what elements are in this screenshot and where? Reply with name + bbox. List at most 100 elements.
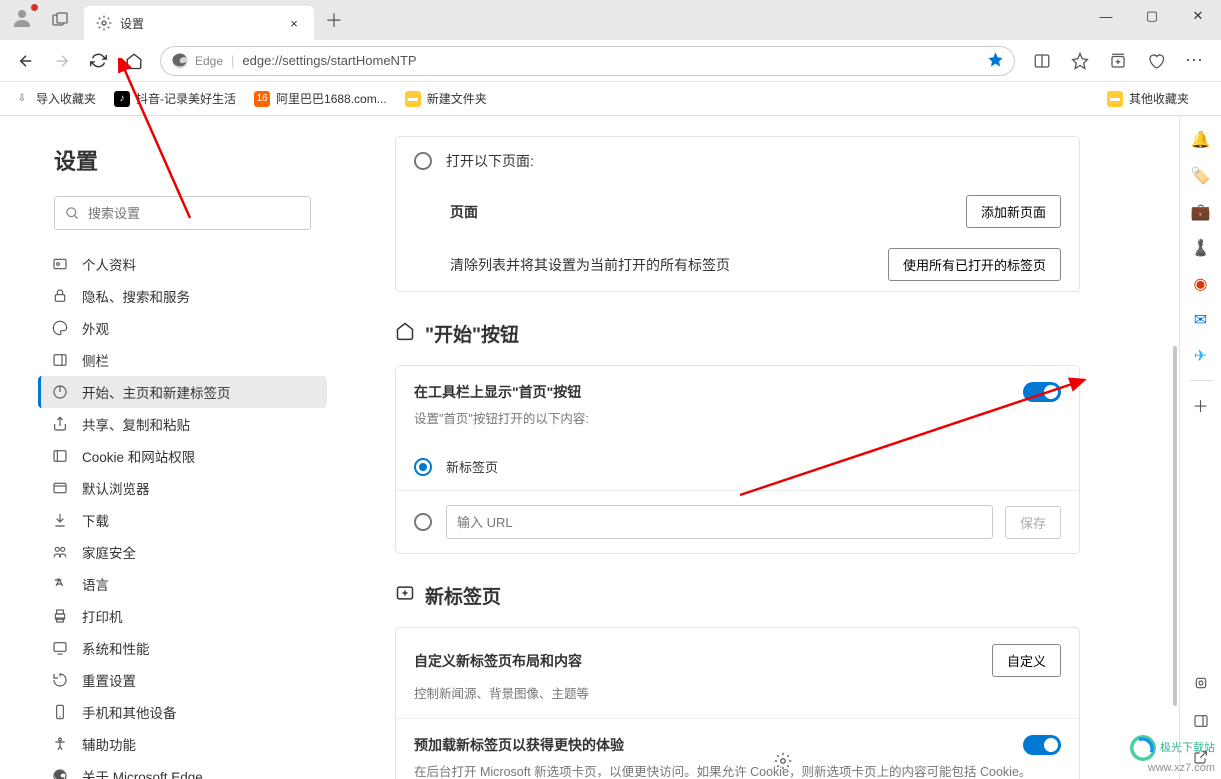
search-input[interactable]: [88, 206, 300, 221]
preload-toggle[interactable]: [1023, 735, 1061, 755]
settings-gear-icon[interactable]: [774, 752, 792, 773]
nav-default-browser[interactable]: 默认浏览器: [38, 472, 327, 504]
collapse-sidebar-icon[interactable]: [1187, 707, 1215, 735]
import-favorites[interactable]: ⇩导入收藏夹: [14, 90, 96, 107]
external-link-icon[interactable]: [1187, 743, 1215, 771]
customize-button[interactable]: 自定义: [992, 644, 1061, 677]
nav-appearance[interactable]: 外观: [38, 312, 327, 344]
edge-logo-icon: [52, 768, 70, 779]
nav-cookies[interactable]: Cookie 和网站权限: [38, 440, 327, 472]
toolbar: Edge | edge://settings/startHomeNTP ⋯: [0, 40, 1221, 82]
new-tab-button[interactable]: ＋: [320, 6, 348, 34]
radio-url[interactable]: [414, 513, 432, 531]
window-controls: — ▢ ✕: [1083, 0, 1221, 32]
other-favorites[interactable]: ▬其他收藏夹: [1107, 90, 1189, 107]
forward-button[interactable]: [44, 45, 80, 77]
workspaces-button[interactable]: [46, 6, 74, 34]
bookmark-alibaba[interactable]: 16阿里巴巴1688.com...: [254, 90, 387, 107]
nav-start-home-newtab[interactable]: 开始、主页和新建标签页: [38, 376, 327, 408]
phone-icon: [52, 704, 70, 720]
add-page-button[interactable]: 添加新页面: [966, 195, 1061, 228]
notification-dot: [31, 4, 38, 11]
address-bar[interactable]: Edge | edge://settings/startHomeNTP: [160, 46, 1015, 76]
bookmark-label: 阿里巴巴1688.com...: [276, 90, 387, 107]
show-home-desc: 设置"首页"按钮打开的以下内容:: [414, 408, 1061, 427]
sidebar-settings-icon[interactable]: [1187, 669, 1215, 697]
share-icon: [52, 416, 70, 432]
scrollbar-thumb[interactable]: [1173, 346, 1177, 706]
refresh-button[interactable]: [80, 45, 116, 77]
start-button-card: 在工具栏上显示"首页"按钮 设置"首页"按钮打开的以下内容: 新标签页 保存: [395, 365, 1080, 554]
tools-icon[interactable]: 💼: [1187, 198, 1215, 226]
nav-phone[interactable]: 手机和其他设备: [38, 696, 327, 728]
nav-reset[interactable]: 重置设置: [38, 664, 327, 696]
url-text: edge://settings/startHomeNTP: [242, 53, 979, 68]
outlook-icon[interactable]: ✉: [1187, 306, 1215, 334]
palette-icon: [52, 320, 70, 336]
family-icon: [52, 544, 70, 560]
radio-newtab-row[interactable]: 新标签页: [396, 443, 1079, 490]
bookmark-label: 导入收藏夹: [36, 90, 96, 107]
preload-row: 预加载新标签页以获得更快的体验 在后台打开 Microsoft 新选项卡页，以便…: [396, 719, 1079, 779]
nav-printers[interactable]: 打印机: [38, 600, 327, 632]
nav-privacy[interactable]: 隐私、搜索和服务: [38, 280, 327, 312]
content-scroll[interactable]: 打开以下页面: 页面 添加新页面 清除列表并将其设置为当前打开的所有标签页 使用…: [345, 116, 1221, 779]
nav-system[interactable]: 系统和性能: [38, 632, 327, 664]
save-url-button[interactable]: 保存: [1005, 506, 1061, 539]
show-home-title: 在工具栏上显示"首页"按钮: [414, 382, 581, 402]
tab-close-button[interactable]: ×: [286, 15, 302, 31]
minimize-button[interactable]: —: [1083, 0, 1129, 32]
titlebar: 设置 × ＋ — ▢ ✕: [0, 0, 1221, 40]
shopping-icon[interactable]: 🏷️: [1187, 162, 1215, 190]
nav-family[interactable]: 家庭安全: [38, 536, 327, 568]
show-home-toggle[interactable]: [1023, 382, 1061, 402]
newtab-icon: [395, 583, 415, 609]
main-area: 设置 个人资料 隐私、搜索和服务 外观 侧栏 开始、主页和新建标签页 共享、复制…: [0, 116, 1221, 779]
settings-title: 设置: [38, 144, 327, 176]
system-icon: [52, 640, 70, 656]
nav-language[interactable]: 语言: [38, 568, 327, 600]
nav-accessibility[interactable]: 辅助功能: [38, 728, 327, 760]
radio-url-row: 保存: [396, 490, 1079, 553]
use-open-tabs-button[interactable]: 使用所有已打开的标签页: [888, 248, 1061, 281]
close-window-button[interactable]: ✕: [1175, 0, 1221, 32]
notifications-icon[interactable]: 🔔: [1187, 126, 1215, 154]
pages-label: 页面: [450, 202, 966, 222]
bookmark-douyin[interactable]: ♪抖音-记录美好生活: [114, 90, 236, 107]
favorites-button[interactable]: [1061, 45, 1099, 77]
nav-sidebar[interactable]: 侧栏: [38, 344, 327, 376]
split-screen-button[interactable]: [1023, 45, 1061, 77]
accessibility-icon: [52, 736, 70, 752]
collections-button[interactable]: [1099, 45, 1137, 77]
profile-button[interactable]: [10, 6, 38, 34]
open-pages-row[interactable]: 打开以下页面:: [396, 137, 1079, 185]
nav-profile[interactable]: 个人资料: [38, 248, 327, 280]
bookmark-newfolder[interactable]: ▬新建文件夹: [405, 90, 487, 107]
menu-button[interactable]: ⋯: [1175, 45, 1213, 77]
microsoft365-icon[interactable]: ◉: [1187, 270, 1215, 298]
favorite-star-icon[interactable]: [987, 51, 1004, 71]
radio-open-pages[interactable]: [414, 152, 432, 170]
bookmarks-bar: ⇩导入收藏夹 ♪抖音-记录美好生活 16阿里巴巴1688.com... ▬新建文…: [0, 82, 1221, 116]
bookmark-label: 其他收藏夹: [1129, 90, 1189, 107]
maximize-button[interactable]: ▢: [1129, 0, 1175, 32]
health-button[interactable]: [1137, 45, 1175, 77]
custom-layout-desc: 控制新闻源、背景图像、主题等: [414, 683, 1061, 702]
radio-newtab[interactable]: [414, 458, 432, 476]
nav-about[interactable]: 关于 Microsoft Edge: [38, 760, 327, 779]
send-icon[interactable]: ✈: [1187, 342, 1215, 370]
nav-downloads[interactable]: 下载: [38, 504, 327, 536]
cookie-icon: [52, 448, 70, 464]
start-button-section-title: "开始"按钮: [395, 320, 1080, 347]
startup-pages-card: 打开以下页面: 页面 添加新页面 清除列表并将其设置为当前打开的所有标签页 使用…: [395, 136, 1080, 292]
back-button[interactable]: [8, 45, 44, 77]
lock-icon: [52, 288, 70, 304]
games-icon[interactable]: ♟️: [1187, 234, 1215, 262]
search-box[interactable]: [54, 196, 311, 230]
browser-tab[interactable]: 设置 ×: [84, 6, 314, 40]
home-url-input[interactable]: [446, 505, 993, 539]
add-sidebar-icon[interactable]: ＋: [1187, 391, 1215, 419]
home-button[interactable]: [116, 45, 152, 77]
edge-icon: [171, 52, 189, 70]
nav-share[interactable]: 共享、复制和粘贴: [38, 408, 327, 440]
